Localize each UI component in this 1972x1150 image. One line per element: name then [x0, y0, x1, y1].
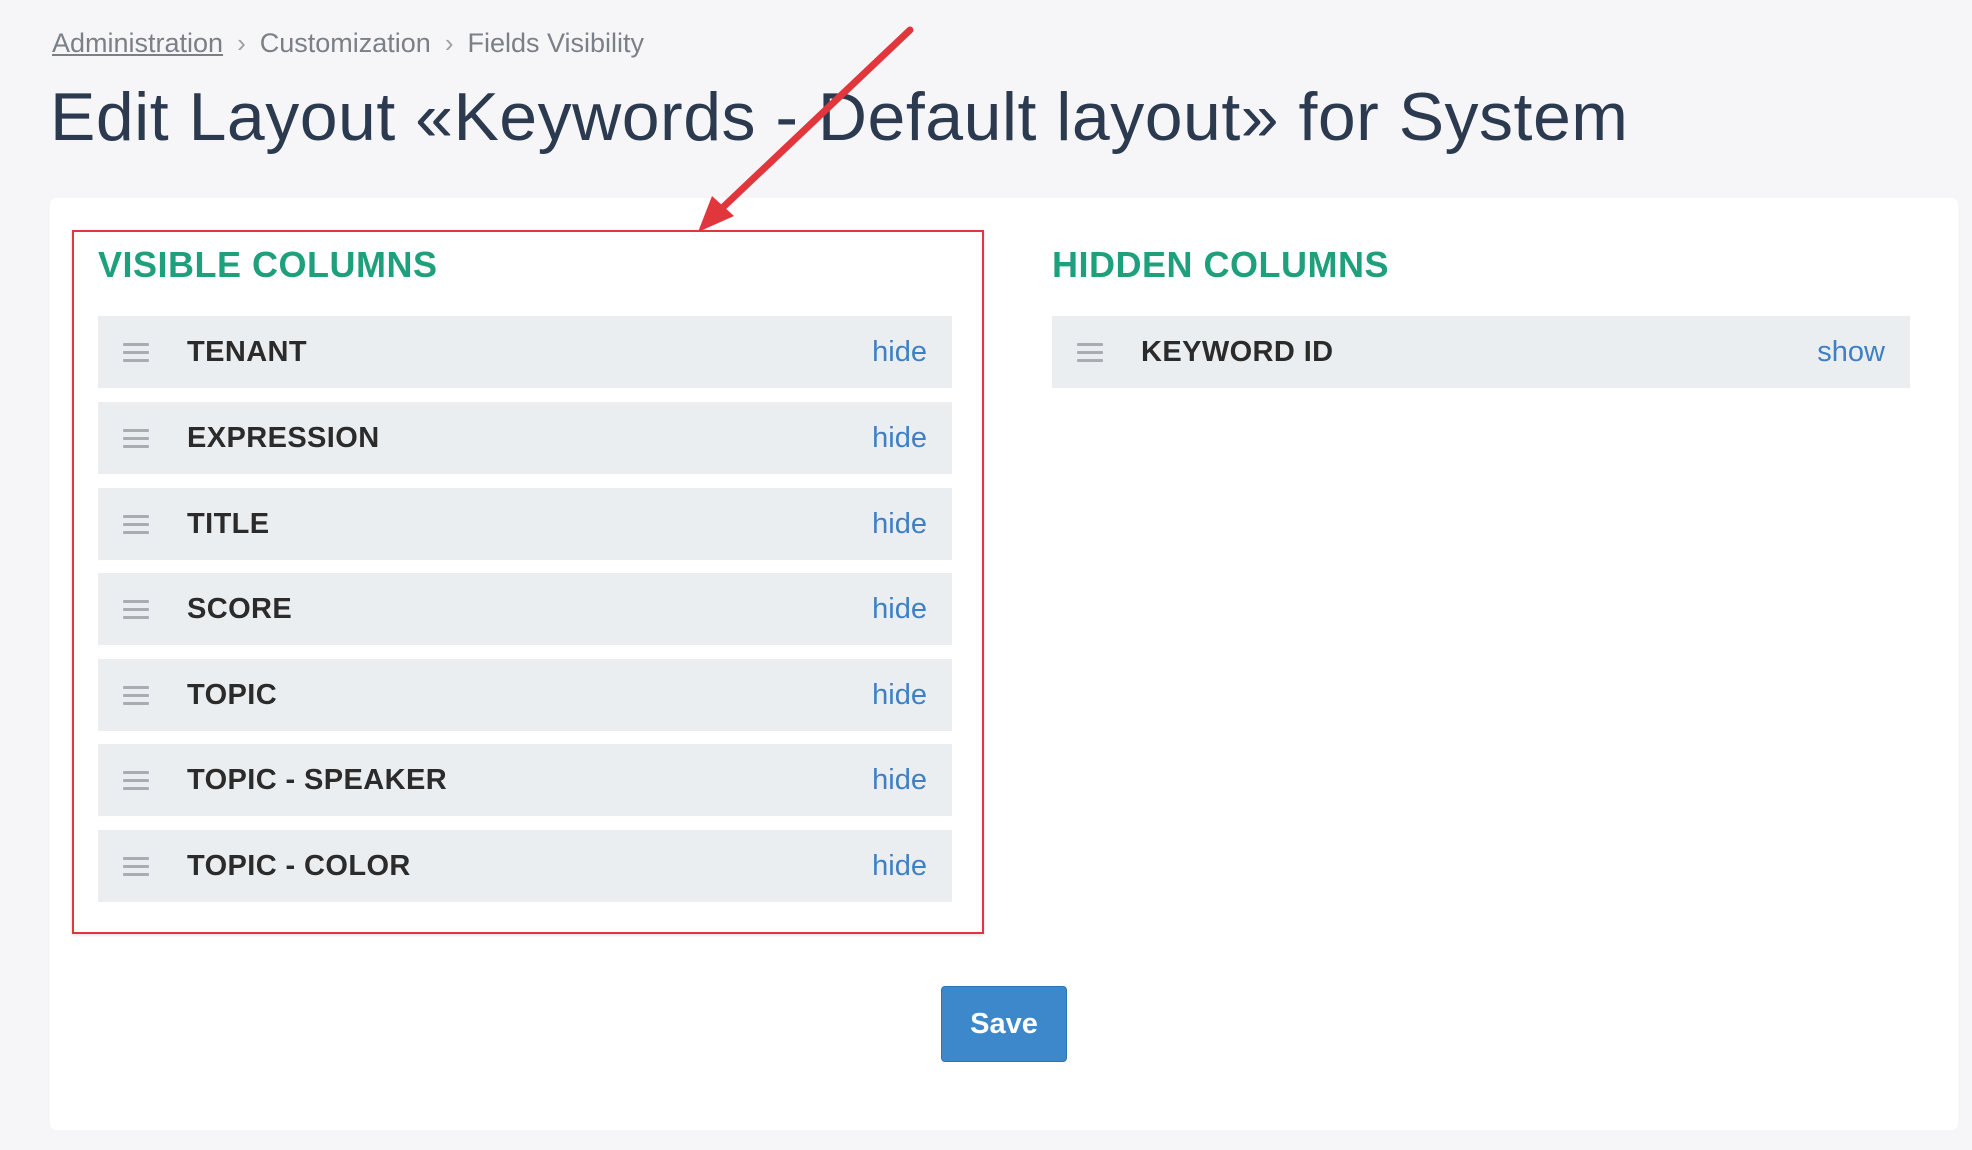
save-button[interactable]: Save	[941, 986, 1067, 1062]
drag-handle-icon[interactable]	[1077, 342, 1103, 362]
drag-handle-icon[interactable]	[123, 428, 149, 448]
breadcrumb-administration-link[interactable]: Administration	[52, 28, 223, 59]
hide-link[interactable]: hide	[872, 422, 927, 455]
visible-column-row[interactable]: TOPIC - COLOR hide	[98, 830, 952, 902]
drag-handle-icon[interactable]	[123, 856, 149, 876]
column-label: EXPRESSION	[187, 421, 380, 454]
chevron-right-icon: ›	[237, 28, 246, 58]
visible-column-row[interactable]: TOPIC - SPEAKER hide	[98, 744, 952, 816]
visible-column-row[interactable]: EXPRESSION hide	[98, 402, 952, 474]
column-label: TENANT	[187, 335, 308, 368]
column-label: TITLE	[187, 507, 270, 540]
visible-column-row[interactable]: TOPIC hide	[98, 659, 952, 731]
drag-handle-icon[interactable]	[123, 599, 149, 619]
column-label: TOPIC - SPEAKER	[187, 763, 448, 796]
column-label: KEYWORD ID	[1141, 335, 1334, 368]
hide-link[interactable]: hide	[872, 593, 927, 626]
breadcrumb: Administration › Customization › Fields …	[52, 28, 644, 59]
drag-handle-icon[interactable]	[123, 685, 149, 705]
breadcrumb-fields-visibility: Fields Visibility	[467, 28, 645, 58]
column-label: SCORE	[187, 592, 293, 625]
column-label: TOPIC	[187, 678, 278, 711]
drag-handle-icon[interactable]	[123, 770, 149, 790]
hide-link[interactable]: hide	[872, 764, 927, 797]
layout-editor-card: VISIBLE COLUMNS TENANT hide EXPRESSION h…	[50, 198, 1958, 1130]
chevron-right-icon: ›	[444, 28, 454, 58]
show-link[interactable]: show	[1817, 336, 1885, 369]
column-label: TOPIC - COLOR	[187, 849, 411, 882]
drag-handle-icon[interactable]	[123, 342, 149, 362]
hide-link[interactable]: hide	[872, 679, 927, 712]
hide-link[interactable]: hide	[872, 850, 927, 883]
hidden-column-row[interactable]: KEYWORD ID show	[1052, 316, 1910, 388]
visible-column-row[interactable]: SCORE hide	[98, 573, 952, 645]
breadcrumb-customization: Customization	[259, 28, 431, 58]
visible-column-row[interactable]: TITLE hide	[98, 488, 952, 560]
hidden-columns-heading: HIDDEN COLUMNS	[1052, 244, 1389, 285]
hide-link[interactable]: hide	[872, 336, 927, 369]
hide-link[interactable]: hide	[872, 508, 927, 541]
drag-handle-icon[interactable]	[123, 514, 149, 534]
visible-column-row[interactable]: TENANT hide	[98, 316, 952, 388]
page-title: Edit Layout «Keywords - Default layout» …	[50, 79, 1629, 155]
visible-columns-heading: VISIBLE COLUMNS	[98, 244, 438, 285]
